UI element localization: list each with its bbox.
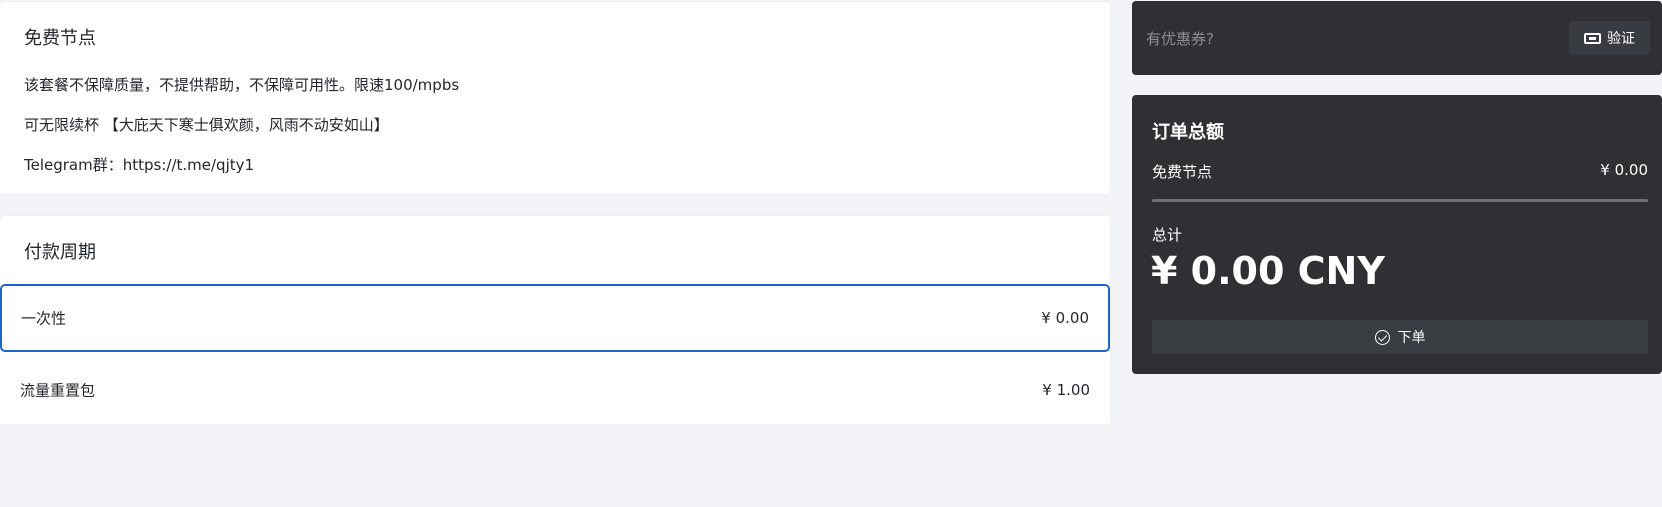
coupon-panel: 验证 bbox=[1132, 1, 1662, 75]
period-option-traffic-reset[interactable]: 流量重置包 ¥ 1.00 bbox=[0, 356, 1110, 424]
summary-item-name: 免费节点 bbox=[1152, 163, 1213, 181]
order-summary-title: 订单总额 bbox=[1152, 122, 1224, 143]
period-option-price: ¥ 1.00 bbox=[1042, 381, 1090, 399]
plan-description-line: Telegram群：https://t.me/qjty1 bbox=[24, 156, 255, 174]
place-order-button[interactable]: 下单 bbox=[1152, 320, 1648, 354]
place-order-label: 下单 bbox=[1397, 330, 1426, 346]
period-option-label: 流量重置包 bbox=[20, 381, 96, 400]
order-summary-panel: 订单总额 免费节点 ¥ 0.00 总计 ¥ 0.00 CNY 下单 bbox=[1132, 95, 1662, 374]
plan-description-line: 该套餐不保障质量，不提供帮助，不保障可用性。限速100/mpbs bbox=[24, 76, 460, 94]
payment-period-title: 付款周期 bbox=[24, 242, 96, 263]
period-option-price: ¥ 0.00 bbox=[1041, 309, 1089, 327]
plan-card: 免费节点 该套餐不保障质量，不提供帮助，不保障可用性。限速100/mpbs 可无… bbox=[0, 2, 1110, 194]
total-label: 总计 bbox=[1152, 226, 1183, 244]
summary-item-price: ¥ 0.00 bbox=[1600, 161, 1648, 179]
verify-coupon-label: 验证 bbox=[1607, 31, 1635, 47]
checkout-page: 免费节点 该套餐不保障质量，不提供帮助，不保障可用性。限速100/mpbs 可无… bbox=[0, 0, 1662, 507]
total-amount: ¥ 0.00 CNY bbox=[1151, 249, 1385, 293]
plan-description-line: 可无限续杯 【大庇天下寒士俱欢颜，风雨不动安如山】 bbox=[24, 116, 389, 134]
check-circle-icon bbox=[1374, 329, 1390, 345]
period-option-onetime[interactable]: 一次性 ¥ 0.00 bbox=[0, 284, 1110, 352]
coupon-input[interactable] bbox=[1146, 21, 1566, 57]
verify-coupon-button[interactable]: 验证 bbox=[1569, 21, 1650, 55]
ticket-icon bbox=[1584, 32, 1601, 44]
plan-title: 免费节点 bbox=[24, 28, 96, 49]
summary-divider bbox=[1152, 199, 1648, 202]
payment-period-card: 付款周期 一次性 ¥ 0.00 流量重置包 ¥ 1.00 bbox=[0, 216, 1110, 424]
period-option-label: 一次性 bbox=[21, 309, 67, 328]
